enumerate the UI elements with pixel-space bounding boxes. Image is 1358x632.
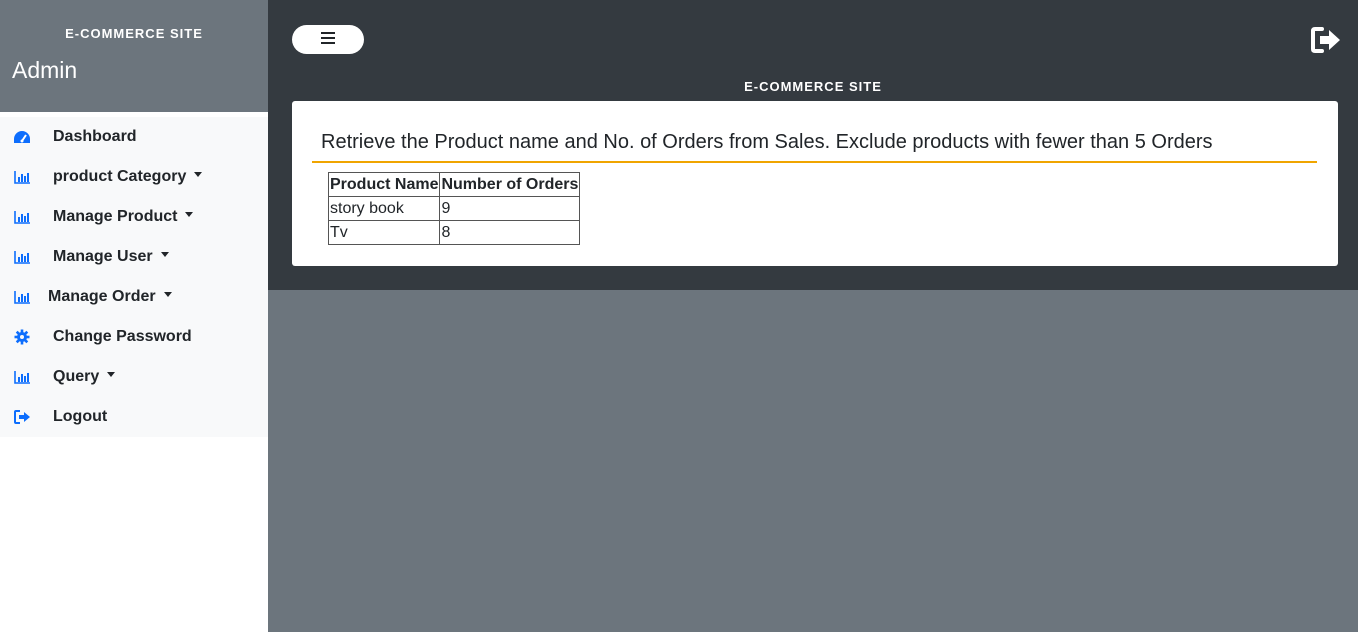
sidebar-item-label: Change Password: [53, 328, 192, 345]
sidebar-item-manage-user[interactable]: Manage User: [0, 237, 268, 277]
sidebar: E-COMMERCE SITE Admin Dashboard product …: [0, 0, 268, 632]
table-cell: 8: [439, 220, 581, 245]
bar-chart-icon: [13, 169, 31, 185]
table-cell: story book: [327, 196, 441, 221]
title-divider: [312, 161, 1317, 163]
sidebar-header: E-COMMERCE SITE Admin: [0, 0, 268, 112]
bar-chart-icon: [13, 289, 31, 305]
sidebar-item-label: Query: [53, 368, 100, 385]
table-cell: Tv: [327, 220, 441, 245]
bar-chart-icon: [13, 369, 31, 385]
sidebar-toggle-button[interactable]: [292, 25, 364, 54]
table-row: story book 9: [327, 196, 581, 221]
sidebar-brand: E-COMMERCE SITE: [65, 26, 203, 41]
sign-out-icon: [1310, 27, 1342, 58]
sidebar-user-title: Admin: [12, 57, 78, 83]
table-row: Tv 8: [327, 220, 581, 245]
column-header: Product Name: [327, 172, 441, 197]
sidebar-item-manage-product[interactable]: Manage Product: [0, 197, 268, 237]
sidebar-item-label: Manage Product: [53, 208, 178, 225]
table-cell: 9: [439, 196, 581, 221]
column-header: Number of Orders: [439, 172, 581, 197]
sidebar-item-query[interactable]: Query: [0, 357, 268, 397]
results-table: Product Name Number of Orders story book…: [327, 172, 581, 245]
query-result-card: Retrieve the Product name and No. of Ord…: [292, 101, 1338, 266]
caret-down-icon: [160, 252, 169, 258]
sidebar-item-label: Dashboard: [53, 128, 137, 145]
top-header: E-COMMERCE SITE Retrieve the Product nam…: [268, 0, 1358, 290]
sidebar-item-logout[interactable]: Logout: [0, 397, 268, 437]
sidebar-item-dashboard[interactable]: Dashboard: [0, 117, 268, 157]
caret-down-icon: [185, 212, 194, 218]
sidebar-item-product-category[interactable]: product Category: [0, 157, 268, 197]
dashboard-icon: [13, 129, 31, 145]
sidebar-nav: Dashboard product Category Manage Produc…: [0, 117, 268, 437]
bar-chart-icon: [13, 209, 31, 225]
hamburger-icon: [321, 32, 335, 47]
bar-chart-icon: [13, 249, 31, 265]
table-header-row: Product Name Number of Orders: [327, 172, 581, 197]
header-logout-button[interactable]: [1310, 26, 1342, 54]
sidebar-item-label: Manage User: [53, 248, 153, 265]
caret-down-icon: [163, 292, 172, 298]
page-title: Retrieve the Product name and No. of Ord…: [321, 131, 1213, 153]
header-brand: E-COMMERCE SITE: [744, 79, 882, 94]
sidebar-item-change-password[interactable]: Change Password: [0, 317, 268, 357]
caret-down-icon: [194, 172, 203, 178]
caret-down-icon: [107, 372, 116, 378]
sign-out-icon: [13, 409, 31, 425]
sidebar-item-label: Manage Order: [48, 288, 156, 305]
sidebar-item-label: product Category: [53, 168, 187, 185]
sidebar-item-manage-order[interactable]: Manage Order: [0, 277, 268, 317]
sidebar-item-label: Logout: [53, 408, 108, 425]
gear-icon: [13, 329, 31, 345]
